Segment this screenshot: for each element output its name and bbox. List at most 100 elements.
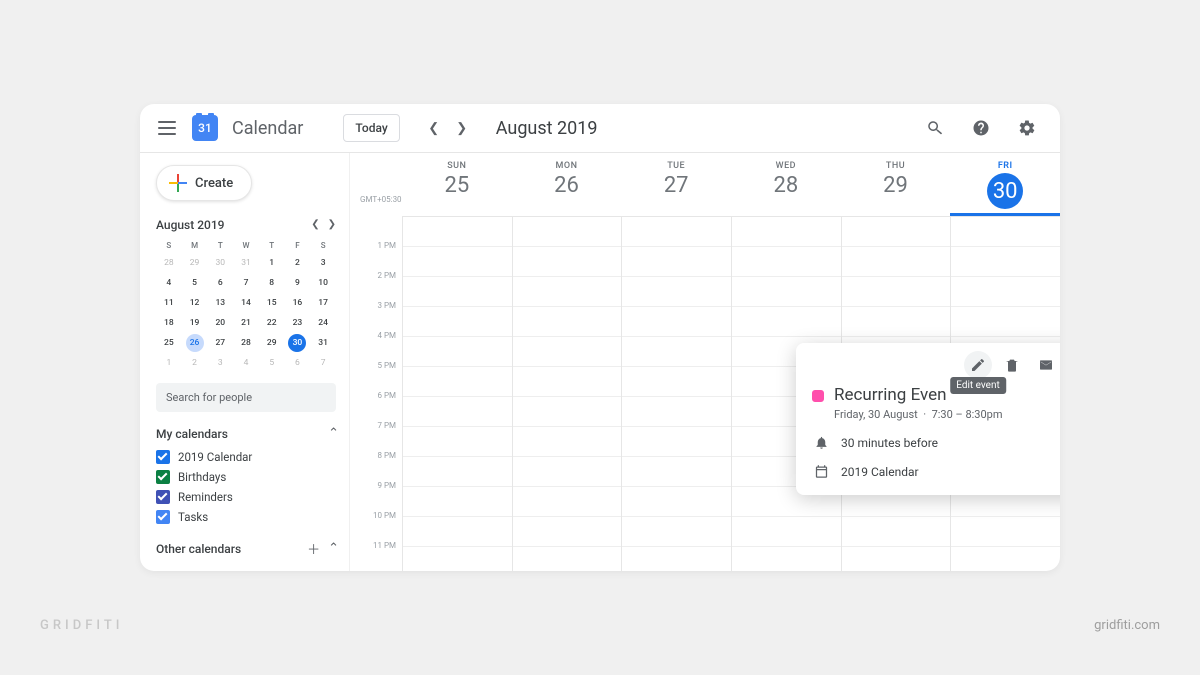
mini-day[interactable]: 30 xyxy=(211,254,229,272)
other-calendars-heading: Other calendars xyxy=(156,542,241,556)
mini-dow: S xyxy=(156,238,182,253)
watermark-right: gridfiti.com xyxy=(1094,618,1160,633)
mini-day[interactable]: 20 xyxy=(211,314,229,332)
mini-day[interactable]: 3 xyxy=(211,354,229,372)
mini-day[interactable]: 29 xyxy=(263,334,281,352)
checkbox-icon[interactable] xyxy=(156,490,170,504)
mini-day[interactable]: 6 xyxy=(288,354,306,372)
event-color-icon xyxy=(812,390,824,402)
mini-day[interactable]: 7 xyxy=(314,354,332,372)
mini-day[interactable]: 21 xyxy=(237,314,255,332)
search-icon[interactable] xyxy=(924,117,946,139)
mini-day[interactable]: 28 xyxy=(160,254,178,272)
calendar-item[interactable]: Birthdays xyxy=(156,467,339,487)
mini-day[interactable]: 31 xyxy=(237,254,255,272)
mini-day[interactable]: 30 xyxy=(288,334,306,352)
mini-day[interactable]: 27 xyxy=(211,334,229,352)
checkbox-icon[interactable] xyxy=(156,470,170,484)
day-column[interactable] xyxy=(512,217,622,571)
calendar-item-label: Reminders xyxy=(178,490,233,504)
day-number: 26 xyxy=(512,173,622,198)
mini-dow: S xyxy=(310,238,336,253)
calendar-item[interactable]: Tasks xyxy=(156,507,339,527)
mini-day[interactable]: 25 xyxy=(160,334,178,352)
edit-tooltip: Edit event xyxy=(950,377,1006,394)
popup-calendar-row: 2019 Calendar xyxy=(812,464,1060,479)
chevron-up-icon[interactable]: ⌃ xyxy=(328,541,339,556)
popup-reminder-text: 30 minutes before xyxy=(841,436,938,450)
email-guests-button[interactable] xyxy=(1032,351,1060,379)
day-header[interactable]: MON 26 xyxy=(512,153,622,216)
mini-day[interactable]: 5 xyxy=(186,274,204,292)
mini-day[interactable]: 18 xyxy=(160,314,178,332)
checkbox-icon[interactable] xyxy=(156,450,170,464)
mini-day[interactable]: 2 xyxy=(186,354,204,372)
day-of-week-label: FRI xyxy=(950,161,1060,171)
menu-icon[interactable] xyxy=(158,119,176,137)
hour-label: 8 PM xyxy=(377,451,396,460)
popup-calendar-text: 2019 Calendar xyxy=(841,465,919,479)
mini-day[interactable]: 29 xyxy=(186,254,204,272)
mini-day[interactable]: 7 xyxy=(237,274,255,292)
header: 31 Calendar Today ❮ ❯ August 2019 xyxy=(140,104,1060,153)
mini-day[interactable]: 28 xyxy=(237,334,255,352)
mini-next-icon[interactable]: ❯ xyxy=(325,217,339,232)
prev-arrow-icon[interactable]: ❮ xyxy=(422,116,446,140)
day-of-week-label: MON xyxy=(512,161,622,171)
day-number: 25 xyxy=(402,173,512,198)
mini-day[interactable]: 4 xyxy=(160,274,178,292)
calendar-item[interactable]: 2019 Calendar xyxy=(156,447,339,467)
mini-day[interactable]: 10 xyxy=(314,274,332,292)
mini-dow: T xyxy=(207,238,233,253)
plus-icon xyxy=(169,174,187,192)
mini-day[interactable]: 17 xyxy=(314,294,332,312)
mini-day[interactable]: 9 xyxy=(288,274,306,292)
mini-day[interactable]: 14 xyxy=(237,294,255,312)
mini-day[interactable]: 4 xyxy=(237,354,255,372)
day-column[interactable] xyxy=(402,217,512,571)
mini-day[interactable]: 3 xyxy=(314,254,332,272)
app-window: 31 Calendar Today ❮ ❯ August 2019 Create… xyxy=(140,104,1060,571)
mini-day[interactable]: 16 xyxy=(288,294,306,312)
help-icon[interactable] xyxy=(970,117,992,139)
mini-day[interactable]: 19 xyxy=(186,314,204,332)
mini-day[interactable]: 2 xyxy=(288,254,306,272)
day-header[interactable]: TUE27 xyxy=(621,153,731,216)
mini-day[interactable]: 8 xyxy=(263,274,281,292)
mini-day[interactable]: 1 xyxy=(263,254,281,272)
day-of-week-label: SUN xyxy=(402,161,512,171)
mini-day[interactable]: 31 xyxy=(314,334,332,352)
mini-day[interactable]: 13 xyxy=(211,294,229,312)
add-calendar-icon[interactable]: ＋ xyxy=(307,539,320,558)
mini-day[interactable]: 24 xyxy=(314,314,332,332)
mini-day[interactable]: 5 xyxy=(263,354,281,372)
settings-icon[interactable] xyxy=(1016,117,1038,139)
day-column[interactable] xyxy=(621,217,731,571)
mini-day[interactable]: 15 xyxy=(263,294,281,312)
checkbox-icon[interactable] xyxy=(156,510,170,524)
delete-event-button[interactable] xyxy=(998,351,1026,379)
mini-day[interactable]: 11 xyxy=(160,294,178,312)
today-button[interactable]: Today xyxy=(343,114,399,142)
mini-day[interactable]: 22 xyxy=(263,314,281,332)
day-header[interactable]: WED28 xyxy=(731,153,841,216)
mini-prev-icon[interactable]: ❮ xyxy=(308,217,322,232)
day-header[interactable]: FRI 30 xyxy=(950,153,1060,216)
day-header[interactable]: SUN 25 xyxy=(402,153,512,216)
chevron-up-icon[interactable]: ⌃ xyxy=(328,426,339,441)
calendar-item[interactable]: Reminders xyxy=(156,487,339,507)
app-title: Calendar xyxy=(232,118,303,139)
day-number: 30 xyxy=(987,173,1023,209)
mini-day[interactable]: 12 xyxy=(186,294,204,312)
next-arrow-icon[interactable]: ❯ xyxy=(450,116,474,140)
mini-day[interactable]: 1 xyxy=(160,354,178,372)
hour-label: 1 PM xyxy=(377,241,396,250)
edit-event-button[interactable]: Edit event xyxy=(964,351,992,379)
timezone-label: GMT+05:30 xyxy=(360,195,402,204)
mini-day[interactable]: 23 xyxy=(288,314,306,332)
create-button[interactable]: Create xyxy=(156,165,252,201)
mini-day[interactable]: 6 xyxy=(211,274,229,292)
mini-day[interactable]: 26 xyxy=(186,334,204,352)
day-header[interactable]: THU29 xyxy=(841,153,951,216)
search-people-input[interactable]: Search for people xyxy=(156,383,336,412)
